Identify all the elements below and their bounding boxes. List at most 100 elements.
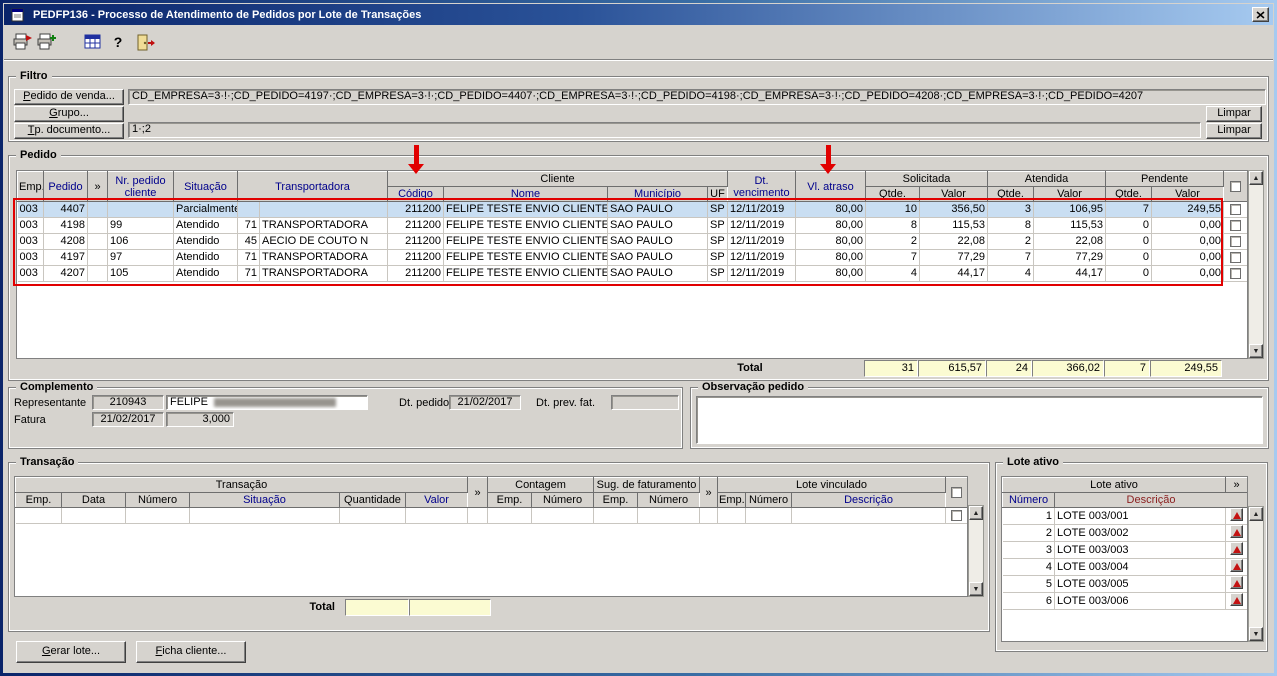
cell-act[interactable] (1225, 507, 1247, 525)
cell-descricao[interactable]: LOTE 003/006 (1054, 592, 1227, 610)
cell-tnome[interactable]: TRANSPORTADORA (259, 249, 388, 266)
cell-descricao[interactable]: LOTE 003/003 (1054, 541, 1227, 559)
cell-situacao[interactable]: Atendido (173, 233, 238, 250)
cell-atraso[interactable]: 80,00 (795, 217, 866, 234)
help-icon[interactable]: ? (108, 32, 128, 52)
row-checkbox[interactable] (1230, 219, 1242, 231)
cell-aq[interactable]: 4 (987, 265, 1035, 282)
col-header-uf[interactable]: UF (707, 186, 728, 202)
cell-aq[interactable]: 8 (987, 217, 1035, 234)
table-row[interactable]: 5 LOTE 003/005 (1002, 575, 1247, 593)
close-button[interactable] (1252, 7, 1269, 22)
lote-action-button[interactable] (1230, 576, 1244, 589)
col-header-pendente[interactable]: Pendente (1105, 171, 1225, 187)
cell-nome[interactable]: FELIPE TESTE ENVIO CLIENTE (443, 201, 608, 218)
cell-cb[interactable] (1223, 201, 1247, 218)
gerar-lote-button[interactable]: Gerar lote... (16, 641, 126, 663)
cell-nr[interactable]: 97 (107, 249, 174, 266)
cell-l_numero[interactable] (745, 507, 793, 524)
cell-dt[interactable]: 12/11/2019 (727, 249, 796, 266)
cell-nome[interactable]: FELIPE TESTE ENVIO CLIENTE (443, 217, 608, 234)
col-header-pen-valor[interactable]: Valor (1151, 186, 1225, 202)
cell-pv[interactable]: 0,00 (1151, 233, 1225, 250)
cell-chev[interactable] (87, 249, 108, 266)
col-header-descricao[interactable]: Descrição (1053, 492, 1247, 508)
cell-tnome[interactable]: TRANSPORTADORA (259, 265, 388, 282)
dt-pedido-field[interactable]: 21/02/2017 (449, 395, 521, 410)
cell-dt[interactable]: 12/11/2019 (727, 265, 796, 282)
cell-chev[interactable] (467, 507, 488, 524)
col-header-ate-valor[interactable]: Valor (1033, 186, 1107, 202)
col-header-sol-valor[interactable]: Valor (918, 186, 989, 202)
cell-municipio[interactable]: SAO PAULO (607, 233, 708, 250)
cell-av[interactable]: 77,29 (1033, 249, 1107, 266)
cell-s_numero[interactable] (637, 507, 701, 524)
fatura-data-field[interactable]: 21/02/2017 (92, 412, 164, 427)
lote-action-button[interactable] (1230, 525, 1244, 538)
cell-aq[interactable]: 2 (987, 233, 1035, 250)
cell-nr[interactable] (107, 201, 174, 218)
table-row[interactable]: 6 LOTE 003/006 (1002, 592, 1247, 610)
cell-act[interactable] (1225, 575, 1247, 593)
cell-tnome[interactable]: AECIO DE COUTO N (259, 233, 388, 250)
cell-sq[interactable]: 10 (865, 201, 920, 218)
cell-numero[interactable] (125, 507, 190, 524)
cell-situacao[interactable]: Atendido (173, 217, 238, 234)
cell-dt[interactable]: 12/11/2019 (727, 201, 796, 218)
group-header-transacao[interactable]: Transação (15, 477, 468, 493)
cell-pv[interactable]: 0,00 (1151, 249, 1225, 266)
cell-cb[interactable] (1223, 233, 1247, 250)
cell-pq[interactable]: 0 (1105, 265, 1153, 282)
col-header-quantidade[interactable]: Quantidade (339, 492, 406, 508)
row-checkbox[interactable] (1230, 235, 1242, 247)
col-header-data[interactable]: Data (61, 492, 126, 508)
col-header-vl-atraso[interactable]: Vl. atraso (795, 171, 866, 202)
row-checkbox[interactable] (1230, 251, 1242, 263)
cell-av[interactable]: 44,17 (1033, 265, 1107, 282)
cell-tnome[interactable]: TRANSPORTADORA (259, 217, 388, 234)
limpar-tp-documento-button[interactable]: Limpar (1206, 123, 1262, 139)
cell-atraso[interactable]: 80,00 (795, 233, 866, 250)
cell-situacao[interactable] (189, 507, 340, 524)
cell-aq[interactable]: 7 (987, 249, 1035, 266)
group-header-sug-faturamento[interactable]: Sug. de faturamento (593, 477, 701, 493)
lote-ativo-scrollbar[interactable]: ▲ ▼ (1248, 506, 1264, 642)
col-header-ate-qtde[interactable]: Qtde. (987, 186, 1035, 202)
col-header-lote-numero[interactable]: Número (745, 492, 793, 508)
cell-valor[interactable] (405, 507, 468, 524)
cell-municipio[interactable]: SAO PAULO (607, 217, 708, 234)
cell-pedido[interactable]: 4197 (43, 249, 88, 266)
group-header-lote-vinculado[interactable]: Lote vinculado (717, 477, 947, 493)
table-row[interactable]: 003 4407 Parcialmente. 211200 FELIPE TESTE E… (17, 201, 1247, 218)
tp-documento-button[interactable]: Tp. documento... (14, 123, 124, 139)
cell-tcod[interactable]: 71 (237, 265, 260, 282)
cell-emp[interactable]: 003 (17, 201, 44, 218)
cell-pq[interactable]: 7 (1105, 201, 1153, 218)
grupo-button[interactable]: Grupo... (14, 106, 124, 122)
cell-pv[interactable]: 0,00 (1151, 265, 1225, 282)
group-header-contagem[interactable]: Contagem (486, 477, 595, 493)
cell-uf[interactable]: SP (707, 217, 728, 234)
col-header-atendida[interactable]: Atendida (987, 171, 1107, 187)
cell-atraso[interactable]: 80,00 (795, 201, 866, 218)
cell-emp[interactable] (15, 507, 62, 524)
select-all-checkbox[interactable] (951, 487, 963, 499)
cell-data[interactable] (61, 507, 126, 524)
cell-uf[interactable]: SP (707, 265, 728, 282)
col-header-emp[interactable]: Emp. (17, 171, 44, 202)
col-header-situacao[interactable]: Situação (189, 492, 340, 508)
cell-codigo[interactable]: 211200 (387, 233, 444, 250)
row-checkbox[interactable] (951, 509, 963, 521)
cell-pq[interactable]: 0 (1105, 217, 1153, 234)
tp-documento-filter-field[interactable]: 1·;2 (128, 122, 1201, 138)
cell-numero[interactable]: 3 (1002, 541, 1055, 559)
table-row[interactable]: 2 LOTE 003/002 (1002, 524, 1247, 542)
cell-emp[interactable]: 003 (17, 249, 44, 266)
cell-sq[interactable]: 4 (865, 265, 920, 282)
cell-sq[interactable]: 2 (865, 233, 920, 250)
pedido-venda-filter-field[interactable]: CD_EMPRESA=3·!·;CD_PEDIDO=4197·;CD_EMPRE… (128, 89, 1266, 105)
representante-nome-field[interactable]: FELIPE (166, 395, 368, 410)
cell-uf[interactable]: SP (707, 201, 728, 218)
scroll-down-icon[interactable]: ▼ (969, 582, 983, 596)
col-header-situacao[interactable]: Situação (173, 171, 238, 202)
